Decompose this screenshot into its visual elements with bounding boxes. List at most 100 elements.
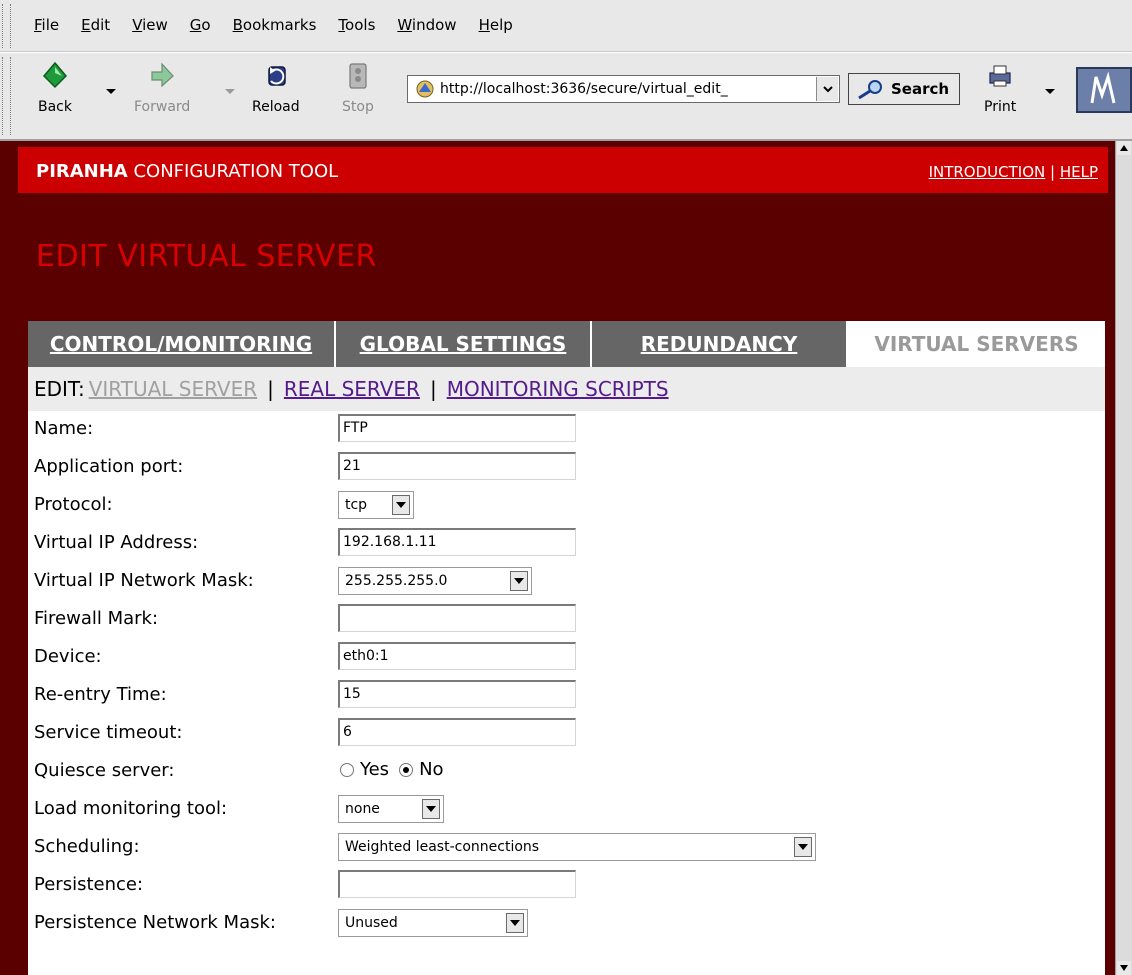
load-monitoring-label: Load monitoring tool: (34, 798, 228, 819)
menu-help[interactable]: Help (479, 16, 513, 34)
firewall-mark-field[interactable] (338, 604, 576, 632)
back-history-chevron-icon[interactable] (106, 89, 116, 94)
search-label: Search (891, 80, 950, 98)
persistence-mask-select[interactable]: Unused (338, 909, 528, 937)
scroll-down-button[interactable] (1117, 961, 1131, 975)
brand-title-bold: PIRANHA (36, 161, 128, 182)
form-row-protocol: Protocol: tcp (28, 487, 1105, 521)
search-button[interactable]: Search (848, 73, 960, 105)
menu-go[interactable]: Go (190, 16, 211, 34)
form-row-service-timeout: Service timeout: 6 (28, 715, 1105, 749)
protocol-select[interactable]: tcp (338, 491, 414, 519)
url-bar[interactable]: http://localhost:3636/secure/virtual_edi… (407, 75, 840, 103)
print-options-chevron-icon[interactable] (1045, 89, 1055, 94)
device-field[interactable]: eth0:1 (338, 642, 576, 670)
print-label: Print (984, 99, 1017, 115)
protocol-dropdown-arrow[interactable] (392, 495, 410, 515)
menu-bookmarks[interactable]: Bookmarks (233, 16, 317, 34)
vip-field[interactable]: 192.168.1.11 (338, 528, 576, 556)
url-text[interactable]: http://localhost:3636/secure/virtual_edi… (440, 81, 825, 97)
menu-bookmarks-rest: ookmarks (242, 16, 317, 34)
vip-mask-label: Virtual IP Network Mask: (34, 570, 254, 591)
mozilla-logo-icon (1090, 71, 1116, 104)
navigation-toolbar: Back Forward Reload Stop http://localhos… (0, 53, 1132, 141)
vip-mask-select[interactable]: 255.255.255.0 (338, 567, 532, 595)
tab-control-monitoring-label[interactable]: CONTROL/MONITORING (50, 332, 312, 356)
scheduling-dropdown-arrow[interactable] (794, 837, 812, 857)
name-field[interactable]: FTP (338, 414, 576, 442)
reentry-field[interactable]: 15 (338, 680, 576, 708)
tab-control-monitoring[interactable]: CONTROL/MONITORING (28, 321, 336, 367)
load-monitoring-dropdown-arrow[interactable] (422, 799, 440, 819)
menubar-grip[interactable] (2, 4, 11, 48)
tab-virtual-servers-label[interactable]: VIRTUAL SERVERS (874, 332, 1078, 356)
back-button[interactable]: Back (38, 61, 72, 115)
menu-file[interactable]: File (34, 16, 59, 34)
service-timeout-label: Service timeout: (34, 722, 183, 743)
vip-mask-selected-value: 255.255.255.0 (345, 573, 448, 589)
forward-arrow-icon (151, 62, 175, 88)
vip-mask-dropdown-arrow[interactable] (510, 571, 528, 591)
reload-button[interactable]: Reload (252, 61, 300, 115)
forward-history-chevron-icon[interactable] (225, 89, 235, 94)
form-row-vip: Virtual IP Address: 192.168.1.11 (28, 525, 1105, 559)
persistence-mask-dropdown-arrow[interactable] (506, 913, 524, 933)
back-arrow-icon (42, 61, 68, 89)
reload-icon (268, 66, 286, 86)
brand-title: PIRANHA CONFIGURATION TOOL (36, 161, 338, 182)
form-row-device: Device: eth0:1 (28, 639, 1105, 673)
form-row-load-monitoring: Load monitoring tool: none (28, 791, 1105, 825)
virtual-server-form: Name: FTP Application port: 21 Protocol:… (28, 411, 1105, 975)
quiesce-no-radio[interactable] (399, 762, 414, 777)
back-label: Back (38, 99, 72, 115)
app-port-field[interactable]: 21 (338, 452, 576, 480)
subnav-real-server-link[interactable]: REAL SERVER (284, 377, 420, 401)
menu-view[interactable]: View (132, 16, 168, 34)
mozilla-logo-button[interactable] (1076, 67, 1132, 113)
url-history-dropdown[interactable] (816, 77, 838, 101)
menu-window[interactable]: Window (397, 16, 456, 34)
chevron-down-icon (514, 578, 524, 584)
subnav-monitoring-scripts-link[interactable]: MONITORING SCRIPTS (447, 377, 669, 401)
menu-window-accel: W (397, 16, 412, 34)
printer-icon (989, 65, 1011, 87)
menu-help-accel: H (478, 16, 490, 34)
form-row-vip-mask: Virtual IP Network Mask: 255.255.255.0 (28, 563, 1105, 597)
stop-button[interactable]: Stop (342, 61, 374, 115)
protocol-label: Protocol: (34, 494, 113, 515)
form-row-firewall-mark: Firewall Mark: (28, 601, 1105, 635)
persistence-field[interactable] (338, 870, 576, 898)
tab-global-settings[interactable]: GLOBAL SETTINGS (336, 321, 592, 367)
page-scrollbar[interactable] (1115, 141, 1132, 975)
tab-virtual-servers[interactable]: VIRTUAL SERVERS (848, 321, 1105, 367)
reentry-label: Re-entry Time: (34, 684, 167, 705)
brand-title-rest: CONFIGURATION TOOL (127, 161, 339, 182)
menu-tools[interactable]: Tools (338, 16, 375, 34)
chevron-down-icon (396, 502, 406, 508)
quiesce-yes-radio[interactable] (340, 762, 354, 777)
search-icon (858, 80, 882, 100)
service-timeout-field[interactable]: 6 (338, 718, 576, 746)
subnav-separator: | (429, 377, 437, 401)
tab-redundancy[interactable]: REDUNDANCY (592, 321, 848, 367)
menu-items: File Edit View Go Bookmarks Tools Window… (34, 16, 535, 34)
introduction-link[interactable]: INTRODUCTION (929, 163, 1046, 181)
form-row-persistence-mask: Persistence Network Mask: Unused (28, 905, 1105, 939)
tab-redundancy-label[interactable]: REDUNDANCY (641, 332, 798, 356)
subnav-virtual-server[interactable]: VIRTUAL SERVER (89, 377, 257, 401)
forward-button[interactable]: Forward (134, 61, 190, 115)
forward-label: Forward (134, 99, 191, 115)
print-button[interactable]: Print (984, 61, 1016, 115)
quiesce-label: Quiesce server: (34, 760, 175, 781)
quiesce-no-label: No (419, 759, 444, 780)
menu-edit[interactable]: Edit (81, 16, 110, 34)
scheduling-select[interactable]: Weighted least-connections (338, 833, 816, 861)
scroll-up-button[interactable] (1117, 141, 1131, 155)
load-monitoring-select[interactable]: none (338, 795, 444, 823)
chevron-down-icon (510, 920, 520, 926)
name-label: Name: (34, 418, 94, 439)
tab-global-settings-label[interactable]: GLOBAL SETTINGS (360, 332, 567, 356)
menu-view-rest: iew (142, 16, 168, 34)
help-link[interactable]: HELP (1060, 163, 1098, 181)
toolbar-grip[interactable] (2, 57, 11, 135)
